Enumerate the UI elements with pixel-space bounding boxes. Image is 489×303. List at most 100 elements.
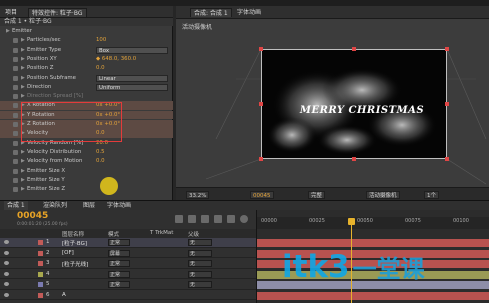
eye-icon[interactable] [4, 282, 9, 286]
layer-mode-select[interactable]: 正常 [108, 239, 130, 246]
tab-timeline-comp-1[interactable]: 合成 1 [4, 201, 28, 210]
effect-row-value[interactable]: 100 [96, 36, 106, 45]
expand-triangle-icon[interactable]: ▶ [21, 46, 25, 55]
frame-handle-tm[interactable] [352, 47, 356, 51]
playhead-handle[interactable] [348, 218, 355, 225]
stopwatch-icon[interactable] [13, 140, 18, 146]
effect-row-value[interactable]: 0.0 [96, 64, 105, 73]
frame-handle-br[interactable] [445, 157, 449, 161]
layer-row[interactable]: 4 正常 无 [0, 270, 256, 279]
effect-row[interactable]: ▶ Position XY ◆ 648.0, 360.0 [0, 55, 173, 64]
stopwatch-icon[interactable] [13, 177, 18, 183]
expand-triangle-icon[interactable]: ▶ [6, 27, 10, 36]
layer-label-color[interactable] [38, 282, 43, 287]
stopwatch-icon[interactable] [13, 94, 18, 100]
frame-handle-mr[interactable] [445, 102, 449, 106]
eye-icon[interactable] [4, 271, 9, 276]
layer-name[interactable]: [粒子·BG] [62, 239, 87, 247]
col-layer-name[interactable]: 图层名称 [62, 230, 84, 238]
tab-layer[interactable]: 图层 [80, 201, 98, 210]
zoom-level-select[interactable]: 33.2% [186, 191, 210, 199]
layer-row[interactable]: 5 正常 无 [0, 280, 256, 290]
layer-name[interactable]: A [62, 292, 66, 298]
layer-parent-select[interactable]: 无 [188, 270, 212, 278]
effect-row[interactable]: ▶ Emitter Type Box [0, 46, 173, 55]
layer-mode-select[interactable]: 正常 [108, 270, 130, 278]
expand-triangle-icon[interactable]: ▶ [21, 167, 25, 176]
layer-name[interactable]: [粒子光线] [62, 260, 88, 268]
expand-triangle-icon[interactable]: ▶ [21, 92, 25, 101]
stopwatch-icon[interactable] [13, 122, 18, 127]
expand-triangle-icon[interactable]: ▶ [21, 185, 25, 194]
effect-row[interactable]: ▶ Direction Uniform [0, 83, 173, 92]
eye-icon[interactable] [4, 261, 9, 265]
effect-row[interactable]: ▶ Position Z 0.0 [0, 64, 173, 73]
stopwatch-icon[interactable] [13, 75, 18, 81]
effect-row[interactable]: ▶ Emitter Size X [0, 167, 173, 176]
effect-row[interactable]: ▶ Emitter Size Z [0, 185, 173, 194]
layer-parent-select[interactable]: 无 [188, 249, 212, 257]
layer-mode-select[interactable]: 正常 [108, 281, 130, 288]
frame-handle-ml[interactable] [259, 102, 263, 106]
view-layout-select[interactable]: 1个 [424, 191, 439, 199]
frame-handle-tr[interactable] [445, 47, 449, 51]
current-time-field[interactable]: 00045 [250, 191, 274, 199]
layer-parent-select[interactable]: 无 [188, 260, 212, 267]
effect-row-value[interactable]: 0.0 [96, 157, 105, 166]
stopwatch-icon[interactable] [13, 112, 18, 118]
col-parent[interactable]: 父级 [188, 230, 199, 238]
frame-handle-tl[interactable] [259, 47, 263, 51]
stopwatch-icon[interactable] [13, 159, 18, 165]
stopwatch-icon[interactable] [13, 84, 18, 90]
effect-row[interactable]: ▶ Emitter Size Y [0, 176, 173, 185]
resolution-select[interactable]: 完整 [308, 191, 326, 199]
timeline-current-time[interactable]: 00045 [17, 211, 48, 221]
layer-row[interactable]: 3 [粒子光线] 正常 无 [0, 259, 256, 269]
layer-label-color[interactable] [38, 271, 43, 277]
stopwatch-icon[interactable] [13, 168, 18, 174]
time-ruler[interactable]: 00000 00025 00050 00075 00100 [257, 217, 489, 229]
col-mode[interactable]: 模式 [108, 230, 119, 238]
effect-row[interactable]: ▶ Position Subframe Linear [0, 74, 173, 83]
layer-label-color[interactable] [38, 261, 43, 266]
layer-duration-bar[interactable] [257, 291, 489, 300]
effect-row[interactable]: ▶ Emitter [0, 27, 173, 36]
expand-triangle-icon[interactable]: ▶ [21, 148, 25, 157]
layer-row[interactable]: 2 [OF] 屏幕 无 [0, 249, 256, 258]
tab-timeline-text-anim[interactable]: 字体动画 [104, 201, 134, 210]
tab-project[interactable]: 项目 [2, 8, 20, 17]
effect-row-value[interactable]: ◆ 648.0, 360.0 [96, 55, 136, 64]
layer-parent-select[interactable]: 无 [188, 281, 212, 288]
tab-render-queue[interactable]: 渲染队列 [40, 201, 70, 210]
stopwatch-icon[interactable] [13, 187, 18, 193]
tab-effect-controls[interactable]: 特效控件: 粒子·BG [28, 8, 87, 17]
effect-row-value[interactable]: 0.5 [96, 148, 105, 157]
layer-mode-select[interactable]: 正常 [108, 260, 130, 267]
effect-row-dropdown[interactable]: Box [96, 46, 168, 54]
tab-comp-1[interactable]: 合成: 合成 1 [190, 8, 232, 17]
layer-mode-select[interactable]: 屏幕 [108, 249, 130, 257]
layer-label-color[interactable] [38, 292, 43, 298]
layer-label-color[interactable] [38, 240, 43, 245]
expand-triangle-icon[interactable]: ▶ [21, 83, 25, 92]
eye-icon[interactable] [4, 292, 9, 297]
layer-row[interactable]: 1 [粒子·BG] 正常 无 [0, 238, 256, 248]
layer-name[interactable]: [OF] [62, 250, 74, 256]
frame-handle-bl[interactable] [259, 157, 263, 161]
effect-row-dropdown[interactable]: Uniform [96, 83, 168, 91]
layer-parent-select[interactable]: 无 [188, 239, 212, 246]
effect-row[interactable]: ▶ Particles/sec 100 [0, 36, 173, 45]
stopwatch-icon[interactable] [13, 149, 18, 155]
expand-triangle-icon[interactable]: ▶ [21, 55, 25, 64]
effect-row[interactable]: ▶ Direction Spread [%] [0, 92, 173, 101]
camera-view-select[interactable]: 活动摄像机 [366, 191, 400, 199]
expand-triangle-icon[interactable]: ▶ [21, 157, 25, 166]
frame-handle-bm[interactable] [352, 157, 356, 161]
stopwatch-icon[interactable] [13, 38, 18, 44]
layer-duration-bar[interactable] [257, 239, 489, 247]
stopwatch-icon[interactable] [13, 131, 18, 137]
expand-triangle-icon[interactable]: ▶ [21, 176, 25, 185]
layer-row[interactable]: 6A [0, 291, 256, 300]
eye-icon[interactable] [4, 250, 9, 255]
composition-canvas[interactable]: MERRY CHRISTMAS [261, 49, 447, 159]
